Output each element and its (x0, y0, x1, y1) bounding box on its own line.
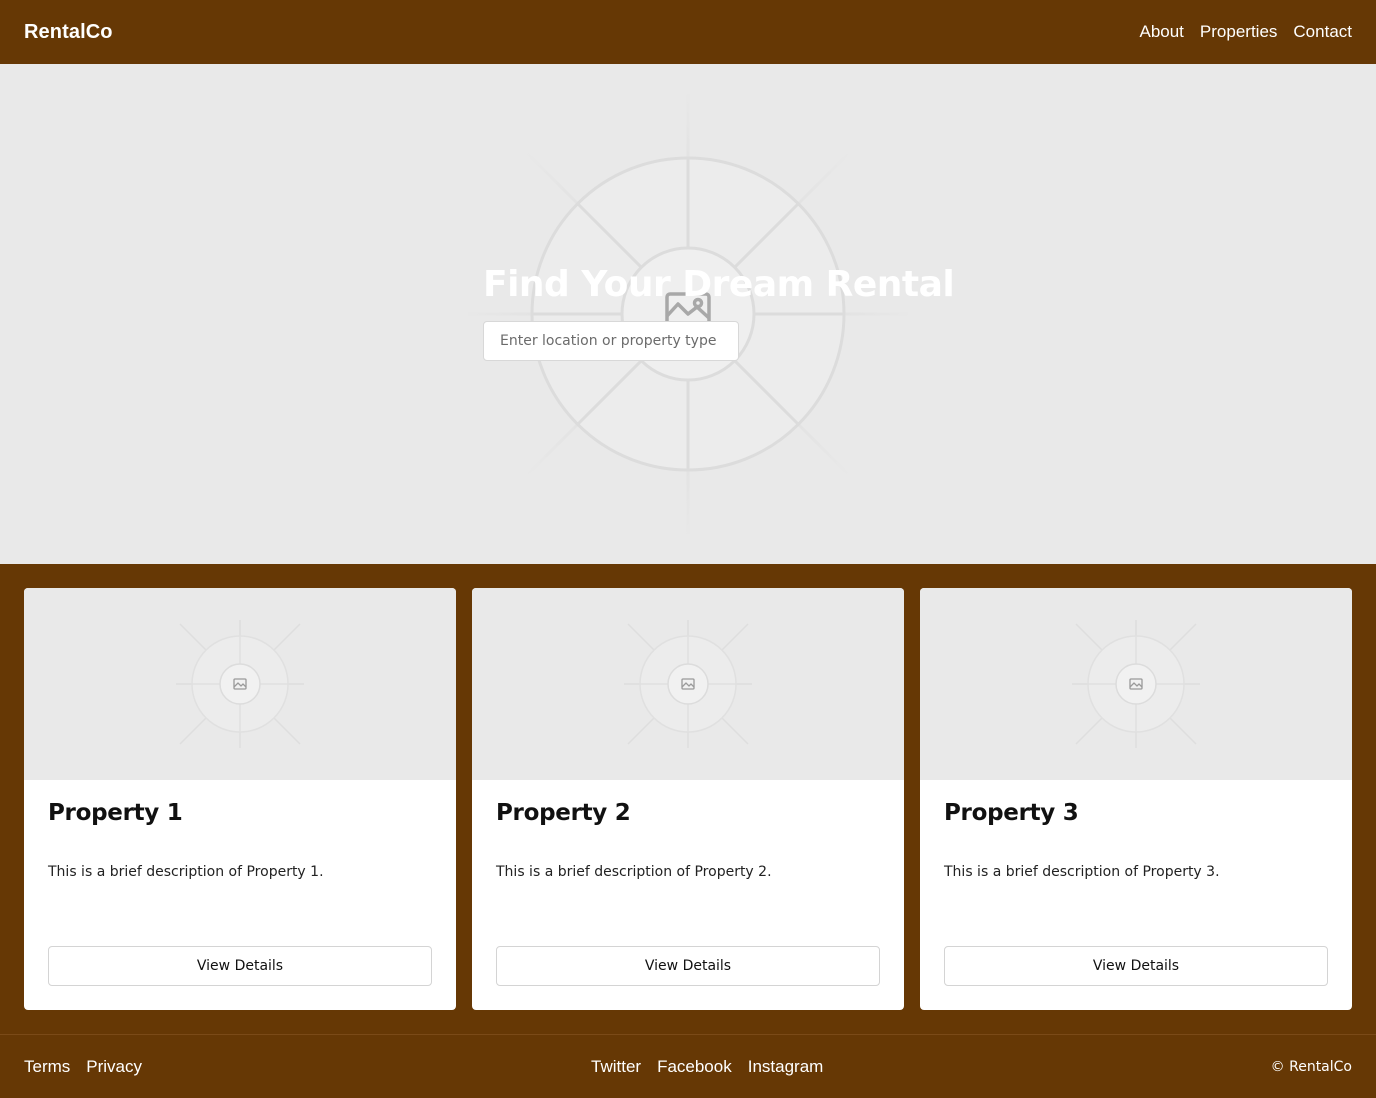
property-card-body: Property 1 This is a brief description o… (24, 780, 456, 1010)
view-details-button[interactable]: View Details (944, 946, 1328, 986)
property-list: Property 1 This is a brief description o… (0, 564, 1376, 1034)
image-placeholder-icon (1072, 620, 1200, 748)
property-description: This is a brief description of Property … (496, 864, 772, 880)
property-card-body: Property 2 This is a brief description o… (472, 780, 904, 1010)
view-details-button[interactable]: View Details (496, 946, 880, 986)
property-description: This is a brief description of Property … (48, 864, 324, 880)
hero-content: Find Your Dream Rental (483, 264, 955, 361)
image-placeholder-icon (176, 620, 304, 748)
brand-logo[interactable]: RentalCo (24, 21, 113, 44)
footer-link-twitter[interactable]: Twitter (591, 1057, 641, 1077)
footer-social-links: Twitter Facebook Instagram (591, 1057, 823, 1077)
view-details-button[interactable]: View Details (48, 946, 432, 986)
nav-link-about[interactable]: About (1139, 22, 1183, 42)
footer-legal-links: Terms Privacy (24, 1057, 142, 1077)
property-title: Property 3 (944, 800, 1079, 826)
footer-link-privacy[interactable]: Privacy (86, 1057, 142, 1077)
search-input[interactable] (483, 321, 739, 361)
property-title: Property 2 (496, 800, 631, 826)
nav-link-properties[interactable]: Properties (1200, 22, 1277, 42)
footer-link-facebook[interactable]: Facebook (657, 1057, 732, 1077)
nav-link-contact[interactable]: Contact (1293, 22, 1352, 42)
property-image (24, 588, 456, 780)
property-image (472, 588, 904, 780)
image-placeholder-icon (624, 620, 752, 748)
main-nav: About Properties Contact (1139, 22, 1352, 42)
property-image (920, 588, 1352, 780)
hero-title: Find Your Dream Rental (483, 264, 955, 305)
property-description: This is a brief description of Property … (944, 864, 1220, 880)
property-title: Property 1 (48, 800, 183, 826)
footer-link-terms[interactable]: Terms (24, 1057, 70, 1077)
copyright-text: © RentalCo (1270, 1058, 1352, 1075)
property-card: Property 1 This is a brief description o… (24, 588, 456, 1010)
site-footer: Terms Privacy Twitter Facebook Instagram… (0, 1034, 1376, 1098)
site-header: RentalCo About Properties Contact (0, 0, 1376, 64)
property-card: Property 3 This is a brief description o… (920, 588, 1352, 1010)
hero-section: Find Your Dream Rental (0, 64, 1376, 564)
footer-link-instagram[interactable]: Instagram (748, 1057, 824, 1077)
property-card-body: Property 3 This is a brief description o… (920, 780, 1352, 1010)
property-card: Property 2 This is a brief description o… (472, 588, 904, 1010)
